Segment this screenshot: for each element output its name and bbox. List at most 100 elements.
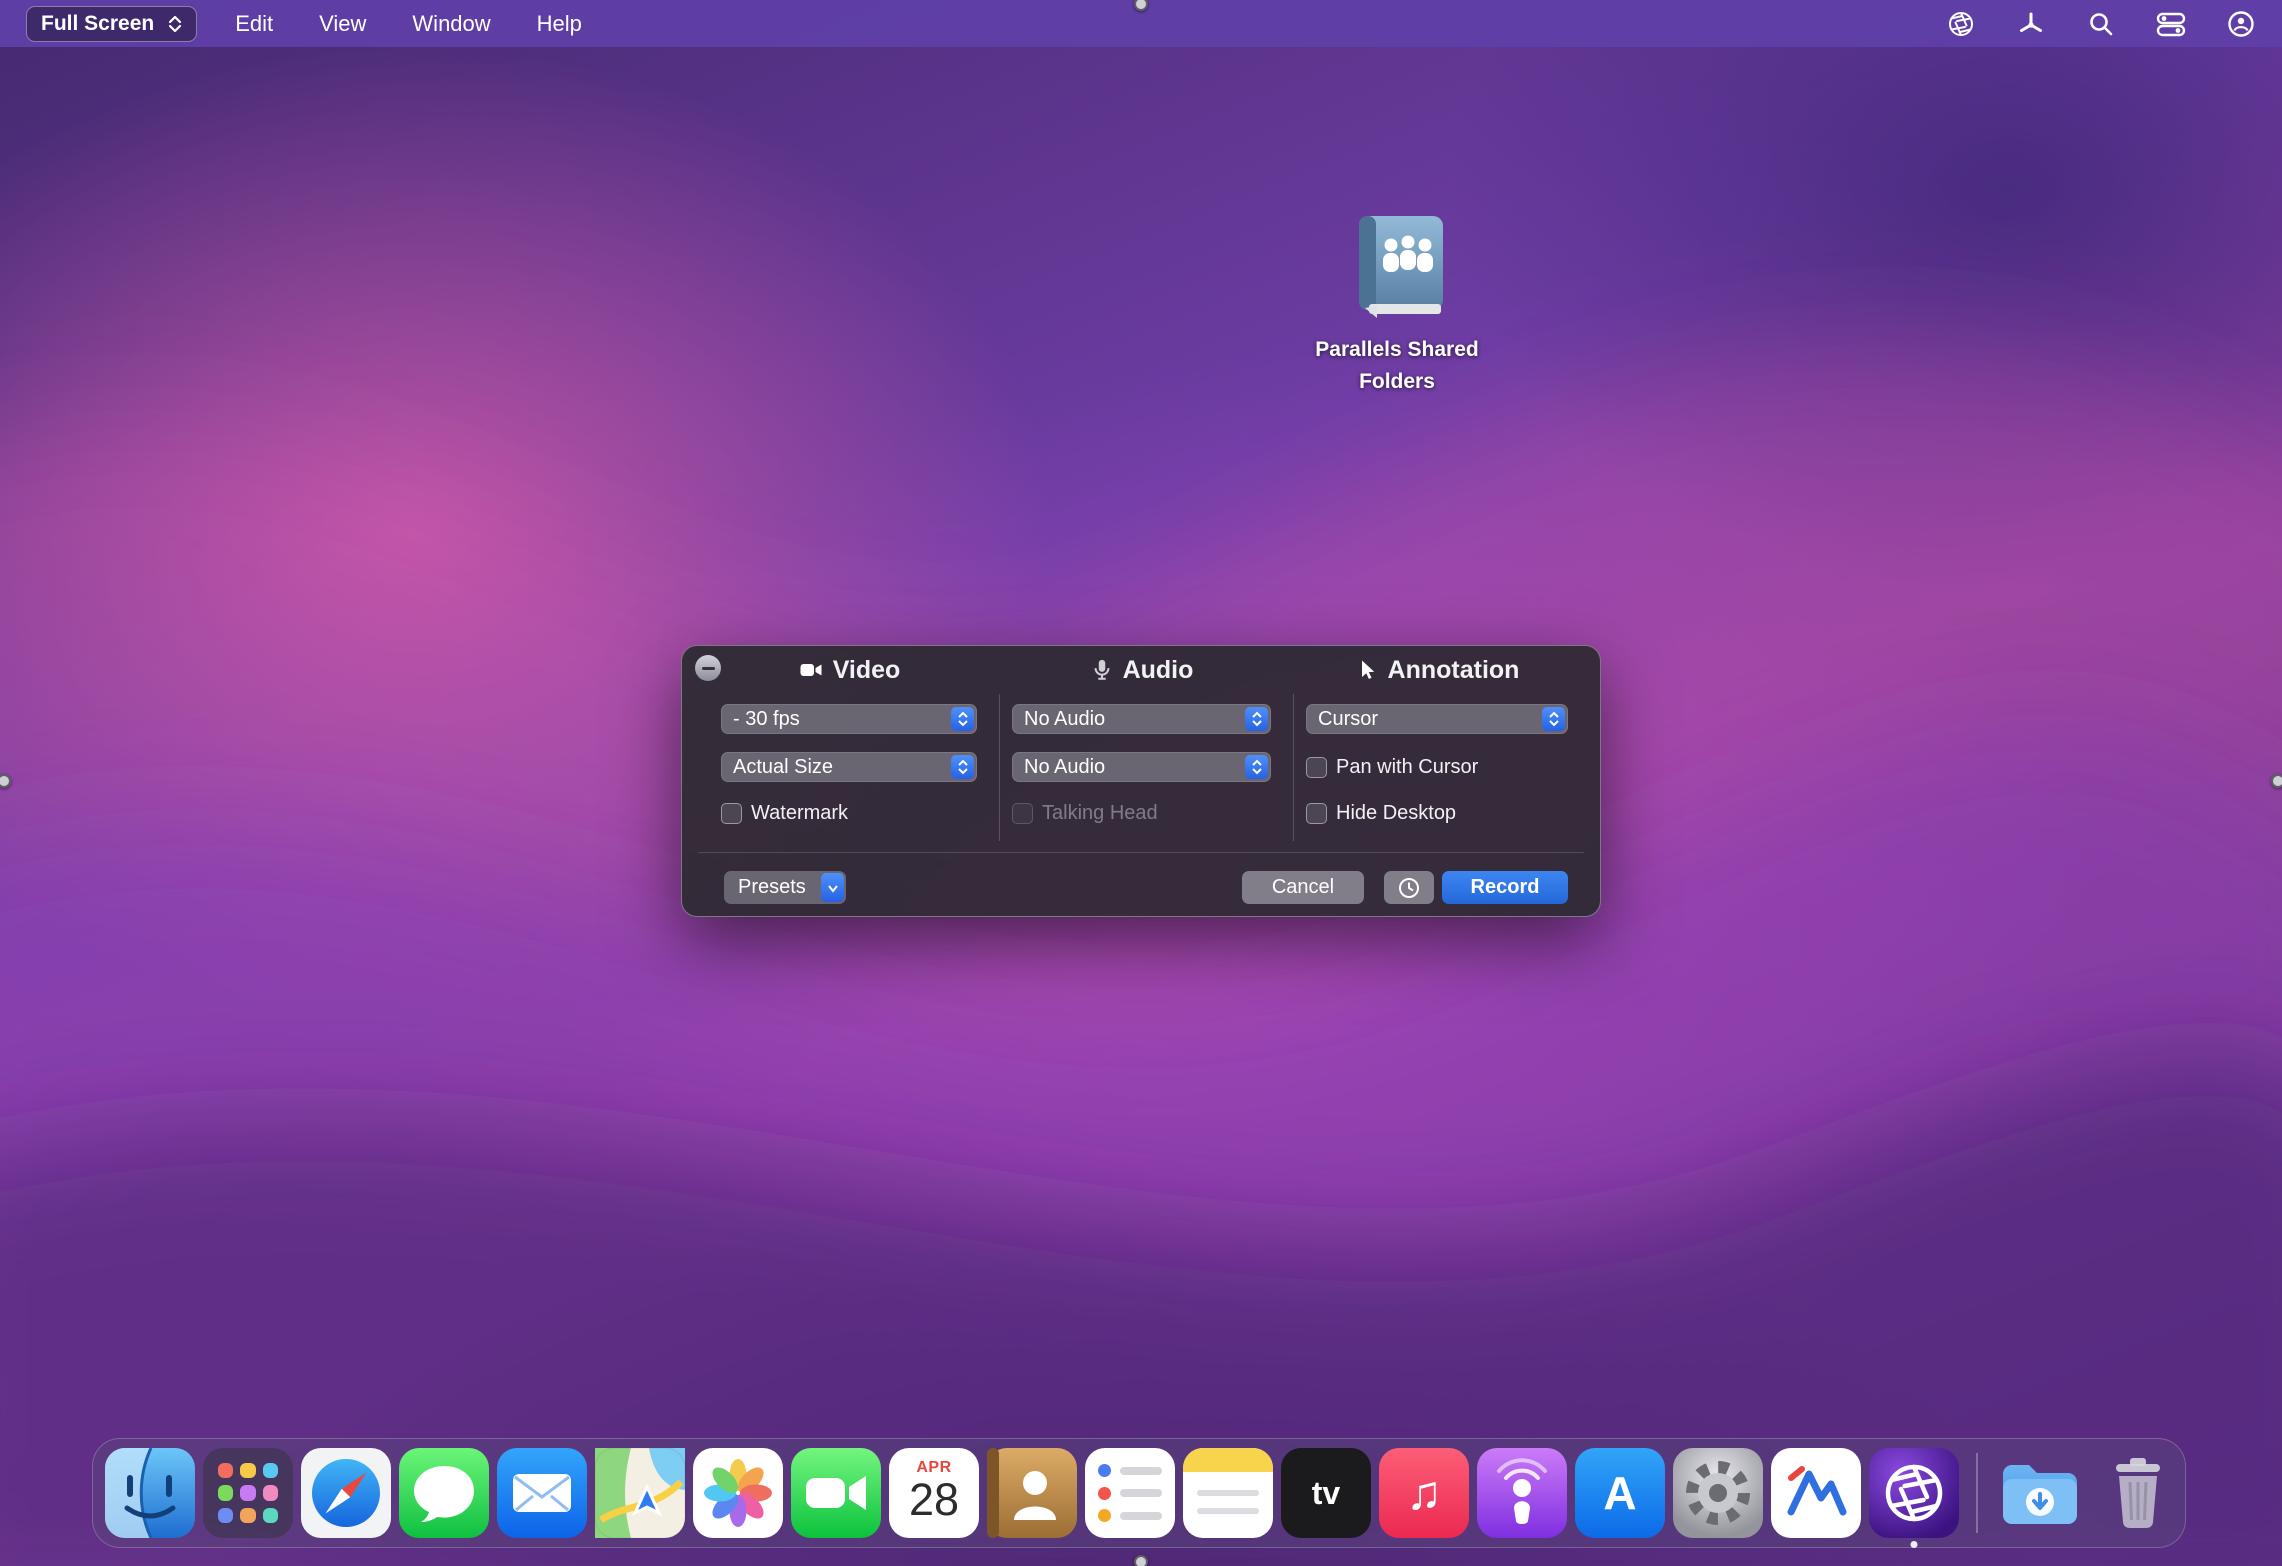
chevron-updown-icon	[951, 755, 974, 779]
annotation-section-header: Annotation	[1306, 654, 1568, 686]
dock-messages-icon[interactable]	[399, 1448, 489, 1538]
dock-finder-icon[interactable]	[105, 1448, 195, 1538]
column-divider	[999, 694, 1000, 841]
launchpad-grid	[218, 1463, 278, 1523]
chevron-updown-icon	[951, 707, 974, 731]
calendar-day: 28	[909, 1474, 959, 1526]
hide-desktop-checkbox-row: Hide Desktop	[1306, 798, 1456, 828]
record-panel: Video Audio Annotation - 30 fps	[681, 645, 1601, 917]
presets-dropdown-button[interactable]: Presets	[724, 871, 846, 904]
minus-icon	[702, 667, 715, 670]
dock-contacts-icon[interactable]	[987, 1448, 1077, 1538]
menu-help[interactable]: Help	[537, 11, 582, 37]
aperture-icon	[1869, 1448, 1959, 1538]
chevron-updown-icon	[1245, 755, 1268, 779]
footer-divider	[698, 852, 1584, 853]
dock-apple-tv-icon[interactable]: tv	[1281, 1448, 1371, 1538]
shared-folders-book-icon	[1345, 212, 1450, 324]
dock-calendar-icon[interactable]: APR 28	[889, 1448, 979, 1538]
column-divider	[1293, 694, 1294, 841]
menu-items: Edit View Window Help	[235, 11, 582, 37]
video-section-title: Video	[833, 656, 901, 685]
audio-input1-value: No Audio	[1024, 708, 1105, 731]
cursor-icon	[1355, 658, 1379, 682]
notes-line	[1197, 1508, 1259, 1514]
gear-icon	[1673, 1448, 1763, 1538]
region-handle-bottom[interactable]	[1134, 1555, 1148, 1566]
menu-view[interactable]: View	[319, 11, 366, 37]
control-center-icon[interactable]	[2156, 9, 2186, 39]
dock-photos-icon[interactable]	[693, 1448, 783, 1538]
appletv-glyph: tv	[1312, 1475, 1340, 1512]
talking-head-checkbox-row: Talking Head	[1012, 798, 1158, 828]
menu-edit[interactable]: Edit	[235, 11, 273, 37]
annotation-cursor-value: Cursor	[1318, 708, 1378, 731]
dock-mail-icon[interactable]	[497, 1448, 587, 1538]
annotation-cursor-dropdown[interactable]: Cursor	[1306, 704, 1568, 734]
dock-maps-icon[interactable]	[595, 1448, 685, 1538]
spotlight-search-icon[interactable]	[2086, 9, 2116, 39]
presets-label: Presets	[738, 876, 806, 899]
region-handle-left[interactable]	[0, 774, 11, 788]
talking-head-checkbox[interactable]	[1012, 803, 1033, 824]
running-indicator-dot	[1911, 1541, 1918, 1548]
dock-notes-icon[interactable]	[1183, 1448, 1273, 1538]
desktop-icon-parallels-shared-folders[interactable]: Parallels Shared Folders	[1297, 212, 1497, 397]
dock: APR 28 tv	[92, 1438, 2186, 1548]
audio-input1-dropdown[interactable]: No Audio	[1012, 704, 1271, 734]
microphone-icon	[1090, 657, 1114, 683]
watermark-checkbox[interactable]	[721, 803, 742, 824]
desktop: Full Screen Edit View Window Help	[0, 0, 2282, 1566]
hide-desktop-label: Hide Desktop	[1336, 802, 1456, 825]
fps-value: - 30 fps	[733, 708, 800, 731]
dock-downloads-folder-icon[interactable]	[1995, 1448, 2085, 1538]
panel-minus-button[interactable]	[695, 655, 721, 681]
dock-music-icon[interactable]: ♫	[1379, 1448, 1469, 1538]
dock-reminders-icon[interactable]	[1085, 1448, 1175, 1538]
size-dropdown[interactable]: Actual Size	[721, 752, 977, 782]
dock-system-preferences-icon[interactable]	[1673, 1448, 1763, 1538]
dock-podcasts-icon[interactable]	[1477, 1448, 1567, 1538]
cancel-button[interactable]: Cancel	[1242, 871, 1364, 904]
notes-line	[1197, 1490, 1259, 1496]
full-screen-label: Full Screen	[41, 12, 154, 36]
fan-icon[interactable]	[2016, 9, 2046, 39]
dock-launchpad-icon[interactable]	[203, 1448, 293, 1538]
user-menu-icon[interactable]	[2226, 9, 2256, 39]
chevron-updown-icon	[1542, 707, 1565, 731]
audio-section-header: Audio	[1012, 654, 1271, 686]
dock-safari-icon[interactable]	[301, 1448, 391, 1538]
record-button[interactable]: Record	[1442, 871, 1568, 904]
clock-icon	[1397, 876, 1421, 900]
shutter-icon[interactable]	[1946, 9, 1976, 39]
menu-window[interactable]: Window	[412, 11, 490, 37]
full-screen-menu-button[interactable]: Full Screen	[26, 6, 197, 42]
music-note-glyph: ♫	[1406, 1466, 1442, 1521]
audio-input2-value: No Audio	[1024, 756, 1105, 779]
dock-parallels-desktop-icon[interactable]	[1771, 1448, 1861, 1538]
fps-dropdown[interactable]: - 30 fps	[721, 704, 977, 734]
appstore-glyph: A	[1603, 1466, 1636, 1520]
video-section-header: Video	[721, 654, 977, 686]
watermark-label: Watermark	[751, 802, 848, 825]
timer-button[interactable]	[1384, 871, 1434, 904]
pan-with-cursor-checkbox[interactable]	[1306, 757, 1327, 778]
pan-with-cursor-label: Pan with Cursor	[1336, 756, 1478, 779]
desktop-icon-label: Parallels Shared Folders	[1297, 334, 1497, 397]
region-handle-right[interactable]	[2271, 774, 2282, 788]
size-value: Actual Size	[733, 756, 833, 779]
dock-trash-icon[interactable]	[2093, 1448, 2183, 1538]
dock-app-store-icon[interactable]: A	[1575, 1448, 1665, 1538]
pan-with-cursor-checkbox-row: Pan with Cursor	[1306, 752, 1478, 782]
dock-screenflow-icon[interactable]	[1869, 1448, 1959, 1538]
dock-facetime-icon[interactable]	[791, 1448, 881, 1538]
talking-head-label: Talking Head	[1042, 802, 1158, 825]
audio-input2-dropdown[interactable]: No Audio	[1012, 752, 1271, 782]
watermark-checkbox-row: Watermark	[721, 798, 848, 828]
reminders-rows	[1098, 1464, 1162, 1522]
audio-section-title: Audio	[1123, 656, 1194, 685]
hide-desktop-checkbox[interactable]	[1306, 803, 1327, 824]
annotation-section-title: Annotation	[1388, 656, 1520, 685]
dock-separator	[1976, 1453, 1978, 1533]
notes-header-band	[1183, 1448, 1273, 1472]
